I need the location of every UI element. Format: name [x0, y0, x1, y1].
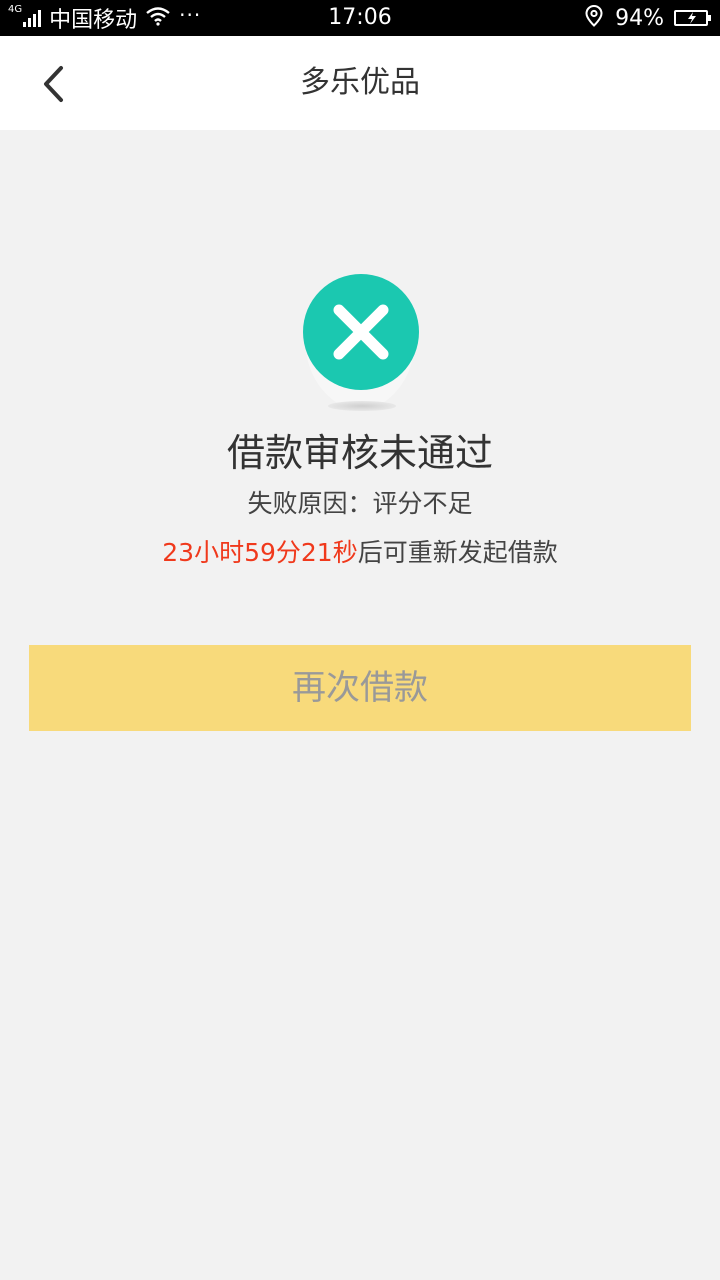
battery-icon — [674, 10, 711, 26]
navigation-bar: 多乐优品 — [0, 36, 720, 130]
countdown-timer: 23小时59分21秒 — [162, 538, 358, 567]
back-button[interactable] — [28, 58, 80, 110]
chevron-left-icon — [44, 66, 63, 102]
countdown-message: 23小时59分21秒后可重新发起借款 — [0, 532, 720, 574]
close-circle-icon — [303, 274, 419, 411]
page-title: 多乐优品 — [300, 65, 420, 100]
status-bar: 4G 中国移动 ··· 17:06 94% — [0, 0, 720, 36]
location-icon — [585, 4, 603, 31]
battery-percent: 94% — [615, 5, 664, 31]
result-title: 借款审核未通过 — [226, 431, 493, 475]
status-bar-right: 94% — [585, 0, 711, 36]
countdown-suffix: 后可重新发起借款 — [357, 538, 558, 567]
charging-bolt-icon — [688, 12, 696, 24]
retry-loan-button[interactable]: 再次借款 — [29, 645, 691, 731]
result-status — [290, 266, 430, 416]
failure-reason: 失败原因：评分不足 — [247, 489, 473, 518]
